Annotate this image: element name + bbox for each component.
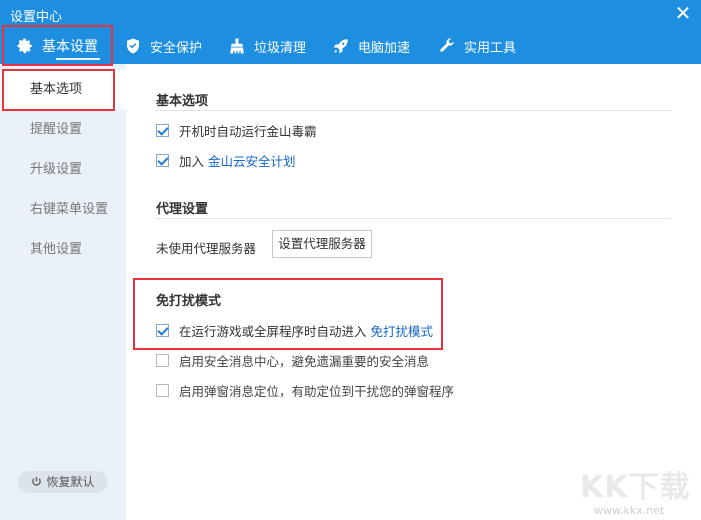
section-title-basic: 基本选项 — [156, 94, 209, 109]
option-message-center[interactable]: 启用安全消息中心，避免遗漏重要的安全消息 — [156, 352, 430, 369]
tab-utilities[interactable]: 实用工具 — [438, 28, 516, 64]
section-title-do-not-disturb: 免打扰模式 — [156, 294, 222, 309]
sidebar: 基本选项 提醒设置 升级设置 右键菜单设置 其他设置 — [0, 64, 126, 520]
checkbox-popup-locate[interactable] — [156, 383, 169, 397]
window-title: 设置中心 — [10, 10, 63, 25]
watermark-logo: KK下载 — [580, 470, 691, 505]
shield-icon — [127, 38, 139, 54]
dnd-mode-link[interactable]: 免打扰模式 — [371, 321, 434, 340]
settings-panel: 基本选项 开机时自动运行金山毒霸 加入 金山云安全计划 代理设置 未使用代理服务… — [126, 64, 701, 520]
option-cloud-security[interactable]: 加入 金山云安全计划 — [156, 151, 296, 170]
close-icon[interactable]: ✕ — [673, 2, 693, 24]
option-popup-locate[interactable]: 启用弹窗消息定位，有助定位到干扰您的弹窗程序 — [156, 382, 455, 399]
sidebar-item-reminders[interactable]: 提醒设置 — [0, 110, 126, 150]
main-tab-bar: 基本设置 安全保护 垃圾清理 电脑加速 实用工具 — [0, 28, 701, 64]
checkbox-cloud-security[interactable] — [156, 153, 169, 167]
restore-defaults-label: 恢复默认 — [46, 475, 95, 489]
sidebar-item-context-menu[interactable]: 右键菜单设置 — [0, 190, 126, 230]
option-autostart[interactable]: 开机时自动运行金山毒霸 — [156, 122, 317, 139]
tab-label: 安全保护 — [150, 40, 203, 56]
tab-label: 实用工具 — [464, 40, 517, 56]
power-icon — [32, 476, 42, 486]
set-proxy-button[interactable]: 设置代理服务器 — [272, 230, 372, 258]
option-auto-dnd[interactable]: 在运行游戏或全屏程序时自动进入 免打扰模式 — [156, 321, 434, 340]
tab-label: 基本设置 — [42, 39, 98, 55]
tab-label: 电脑加速 — [358, 40, 411, 56]
watermark-url: www.kkx.net — [594, 504, 665, 517]
tab-basic-settings[interactable]: 基本设置 — [16, 28, 112, 64]
wrench-icon — [440, 38, 454, 52]
tab-pc-speedup[interactable]: 电脑加速 — [332, 28, 410, 64]
section-title-proxy: 代理设置 — [156, 202, 209, 217]
tab-label: 垃圾清理 — [254, 40, 307, 56]
option-label: 开机时自动运行金山毒霸 — [179, 123, 317, 139]
option-label: 加入 — [179, 153, 205, 169]
active-tab-underline — [56, 58, 100, 60]
proxy-status: 未使用代理服务器 — [156, 241, 257, 256]
watermark: KK下载 www.kkx.net — [580, 462, 698, 518]
tab-security[interactable]: 安全保护 — [124, 28, 202, 64]
section-divider — [156, 110, 671, 111]
checkbox-auto-dnd[interactable] — [156, 323, 169, 337]
rocket-icon — [333, 39, 348, 54]
sidebar-item-other[interactable]: 其他设置 — [0, 230, 126, 270]
option-label: 启用安全消息中心，避免遗漏重要的安全消息 — [179, 353, 430, 369]
cloud-security-plan-link[interactable]: 金山云安全计划 — [208, 151, 296, 170]
broom-icon — [230, 38, 244, 54]
option-label: 在运行游戏或全屏程序时自动进入 — [179, 323, 367, 339]
gear-icon — [17, 38, 32, 54]
title-bar: 设置中心 ✕ — [0, 0, 701, 28]
sidebar-item-upgrade[interactable]: 升级设置 — [0, 150, 126, 190]
sidebar-item-basic-options[interactable]: 基本选项 — [0, 70, 126, 110]
section-divider — [156, 218, 671, 219]
tab-junk-clean[interactable]: 垃圾清理 — [228, 28, 306, 64]
option-label: 启用弹窗消息定位，有助定位到干扰您的弹窗程序 — [179, 383, 455, 399]
checkbox-message-center[interactable] — [156, 353, 169, 367]
checkbox-autostart[interactable] — [156, 123, 169, 137]
restore-defaults-button[interactable]: 恢复默认 — [18, 471, 108, 493]
